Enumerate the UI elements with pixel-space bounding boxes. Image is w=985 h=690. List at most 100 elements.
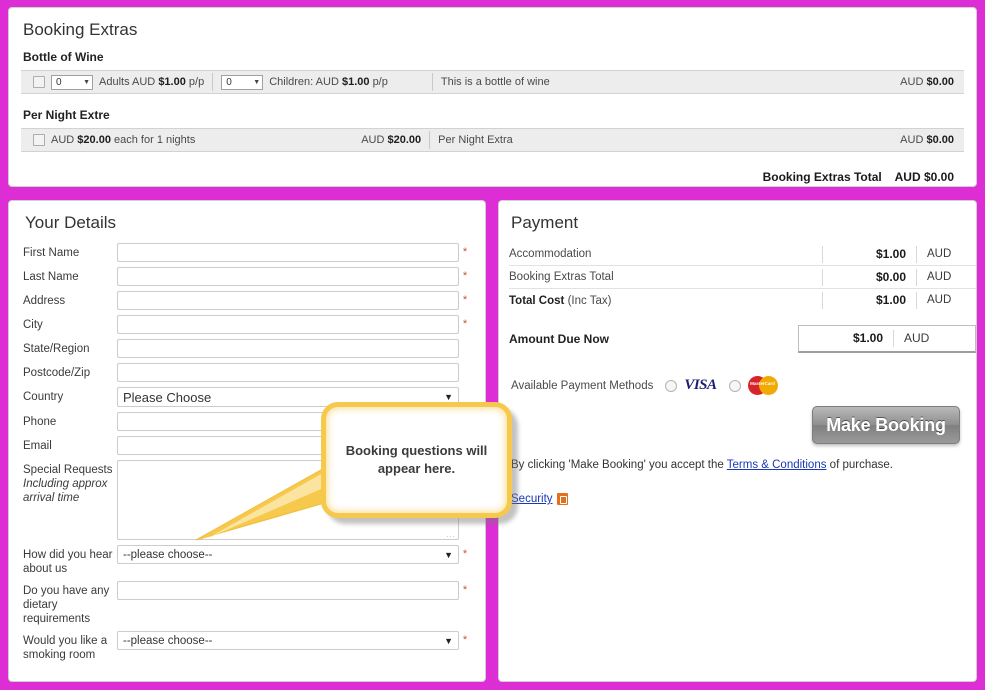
make-booking-button[interactable]: Make Booking xyxy=(812,406,960,444)
wine-children-quantity-select[interactable]: 0 ▼ xyxy=(221,74,264,90)
lock-icon xyxy=(556,493,568,505)
chevron-down-icon: ▼ xyxy=(444,635,453,646)
chevron-down-icon: ▼ xyxy=(444,392,453,402)
field-dietary-requirements: Do you have any dietary requirements * xyxy=(23,581,471,626)
callout-text: Booking questions will appear here. xyxy=(345,443,488,476)
input-city[interactable] xyxy=(117,315,459,334)
field-state-region: State/Region xyxy=(23,339,471,358)
pernight-line-currency: AUD xyxy=(900,134,924,146)
payment-title: Payment xyxy=(511,213,579,232)
terms-notice: By clicking 'Make Booking' you accept th… xyxy=(511,459,893,471)
wine-line-amount: $0.00 xyxy=(926,76,954,88)
booking-extras-total-currency: AUD xyxy=(894,170,921,184)
terms-and-conditions-link[interactable]: Terms & Conditions xyxy=(727,459,827,471)
wine-children-quantity-value: 0 xyxy=(226,76,232,88)
label-address: Address xyxy=(23,295,66,307)
visa-icon: VISA xyxy=(684,377,717,393)
extras-row-wine: 0 ▼ Adults AUD $1.00 p/p 0 ▼ Children: A… xyxy=(21,70,964,94)
amount-due-now-row: Amount Due Now $1.00 AUD xyxy=(509,324,976,354)
payment-row-booking-extras-total: Booking Extras Total $0.00 AUD xyxy=(509,266,976,289)
payment-row-amount: $0.00 xyxy=(822,268,916,286)
payment-row-label-strong: Total Cost xyxy=(509,294,565,307)
booking-extras-total: Booking Extras Total AUD $0.00 xyxy=(21,166,964,184)
payment-row-label: Total Cost (Inc Tax) xyxy=(509,295,822,307)
required-spacer xyxy=(459,339,471,342)
terms-notice-pre: By clicking 'Make Booking' you accept th… xyxy=(511,459,727,471)
chevron-down-icon: ▼ xyxy=(83,78,90,86)
mastercard-wordmark: MasterCard xyxy=(750,381,775,386)
payment-row-total-cost: Total Cost (Inc Tax) $1.00 AUD xyxy=(509,289,976,312)
wine-adults-quantity-value: 0 xyxy=(56,76,62,88)
chevron-down-icon: ▼ xyxy=(444,549,453,560)
field-postcode-zip: Postcode/Zip xyxy=(23,363,471,382)
wine-children-unit: p/p xyxy=(372,76,388,88)
available-payment-methods: Available Payment Methods VISA MasterCar… xyxy=(511,376,976,395)
payment-row-label-rest: (Inc Tax) xyxy=(564,294,612,307)
field-smoking-room: Would you like a smoking room --please c… xyxy=(23,631,471,662)
wine-children-cell: 0 ▼ Children: AUD $1.00 p/p xyxy=(213,70,396,94)
amount-due-now-currency: AUD xyxy=(893,330,953,347)
extras-row-pernight: AUD $20.00 each for 1 nights AUD $20.00 … xyxy=(21,128,964,152)
required-marker: * xyxy=(462,270,468,282)
required-spacer xyxy=(459,363,471,366)
input-last-name[interactable] xyxy=(117,267,459,286)
payment-row-currency: AUD xyxy=(916,268,976,286)
pernight-rate-currency: AUD xyxy=(51,134,75,146)
input-postcode-zip[interactable] xyxy=(117,363,459,382)
label-first-name: First Name xyxy=(23,247,80,259)
label-how-did-you-hear: How did you hear about us xyxy=(23,549,113,575)
payment-row-label: Accommodation xyxy=(509,248,592,260)
input-state-region[interactable] xyxy=(117,339,459,358)
wine-children-label: Children: AUD xyxy=(269,76,339,88)
pernight-description: Per Night Extra xyxy=(438,134,513,146)
pernight-select-checkbox[interactable] xyxy=(33,134,45,146)
amount-due-now-amount: $1.00 xyxy=(852,331,883,345)
label-special-requests-sub: Including approx arrival time xyxy=(23,478,108,504)
payment-row-label: Booking Extras Total xyxy=(509,271,614,283)
wine-adults-label: Adults AUD xyxy=(99,76,156,88)
select-how-did-you-hear[interactable]: --please choose-- ▼ xyxy=(117,545,459,564)
payment-row-currency: AUD xyxy=(916,245,976,263)
wine-children-price: $1.00 xyxy=(341,76,370,88)
pernight-line-amount-cell: AUD $0.00 xyxy=(900,134,964,146)
mastercard-icon: MasterCard xyxy=(747,376,778,395)
your-details-title: Your Details xyxy=(25,213,117,232)
booking-questions-callout: Booking questions will appear here. xyxy=(196,402,518,541)
select-country-value: Please Choose xyxy=(123,389,212,405)
required-marker: * xyxy=(462,634,468,646)
label-email: Email xyxy=(23,440,52,452)
radio-visa[interactable] xyxy=(665,379,678,392)
field-first-name: First Name * xyxy=(23,243,471,262)
select-smoking-room-value: --please choose-- xyxy=(123,634,213,647)
make-booking-label: Make Booking xyxy=(826,414,946,435)
available-payment-methods-label: Available Payment Methods xyxy=(511,379,654,392)
input-first-name[interactable] xyxy=(117,243,459,262)
wine-adults-price: $1.00 xyxy=(158,76,186,88)
field-how-did-you-hear: How did you hear about us --please choos… xyxy=(23,545,471,576)
wine-select-checkbox[interactable] xyxy=(33,76,45,88)
input-address[interactable] xyxy=(117,291,459,310)
pernight-subtotal-cell: AUD $20.00 xyxy=(353,128,429,152)
wine-line-amount-cell: AUD $0.00 xyxy=(900,76,964,88)
field-city: City * xyxy=(23,315,471,334)
extras-group-title-wine: Bottle of Wine xyxy=(23,50,104,64)
wine-adults-quantity-select[interactable]: 0 ▼ xyxy=(51,74,93,90)
label-phone: Phone xyxy=(23,416,57,428)
amount-due-now-label: Amount Due Now xyxy=(509,332,609,346)
payment-row-amount: $1.00 xyxy=(822,292,916,309)
payment-row-accommodation: Accommodation $1.00 AUD xyxy=(509,243,976,266)
field-last-name: Last Name * xyxy=(23,267,471,286)
label-country: Country xyxy=(23,391,64,403)
select-smoking-room[interactable]: --please choose-- ▼ xyxy=(117,631,459,650)
required-marker: * xyxy=(462,294,468,306)
label-postcode-zip: Postcode/Zip xyxy=(23,367,91,379)
booking-extras-total-label: Booking Extras Total xyxy=(762,170,882,184)
payment-row-currency: AUD xyxy=(916,292,976,309)
wine-line-currency: AUD xyxy=(900,76,924,88)
payment-row-amount: $1.00 xyxy=(822,245,916,263)
input-dietary-requirements[interactable] xyxy=(117,581,459,600)
radio-mastercard[interactable] xyxy=(728,379,741,392)
terms-notice-post: of purchase. xyxy=(826,459,893,471)
resize-grip-icon[interactable]: ... xyxy=(446,530,456,539)
pernight-rate-price: $20.00 xyxy=(77,134,111,146)
